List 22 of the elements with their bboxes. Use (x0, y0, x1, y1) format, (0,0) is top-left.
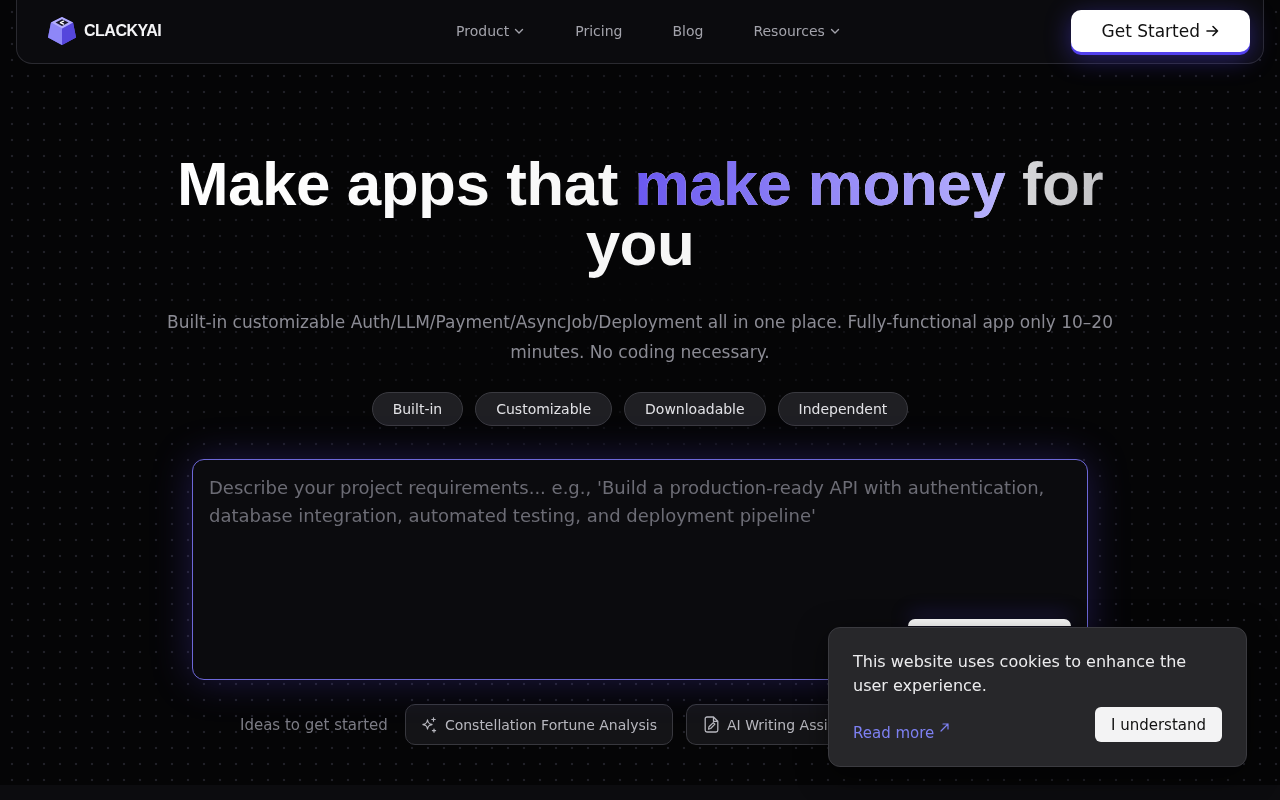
read-more-link[interactable]: Read more (853, 724, 950, 742)
feature-tag: Built-in (371, 392, 464, 426)
document-pen-icon (703, 716, 719, 733)
feature-tag: Independent (777, 392, 909, 426)
brand-name: CLACKYAI (84, 23, 162, 39)
keycap-logo-icon (47, 16, 77, 46)
hero-subtitle: Built-in customizable Auth/LLM/Payment/AsyncJob/Deployment all in one place. Fully-functional app only 10–20 minutes. No coding necessary. (166, 311, 1114, 364)
arrow-up-right-icon (940, 723, 950, 732)
nav-link[interactable]: Resources (753, 23, 841, 39)
idea-button[interactable]: Constellation Fortune Analysis (404, 704, 673, 745)
sparkle-icon (420, 716, 437, 733)
idea-button[interactable]: AI Writing Assi (685, 704, 830, 745)
ideas-label: Ideas to get started (240, 715, 388, 734)
nav-link[interactable]: Blog (672, 23, 704, 39)
feature-tag: Downloadable (624, 392, 766, 426)
arrow-right-icon (1206, 25, 1219, 37)
get-started-button[interactable]: Get Started (1070, 10, 1250, 52)
nav-link[interactable]: Product (456, 23, 526, 39)
nav-link[interactable]: Pricing (575, 23, 623, 39)
accept-button[interactable]: I understand (1094, 707, 1222, 742)
feature-tag: Customizable (475, 392, 613, 426)
submit-button[interactable] (908, 619, 1071, 626)
